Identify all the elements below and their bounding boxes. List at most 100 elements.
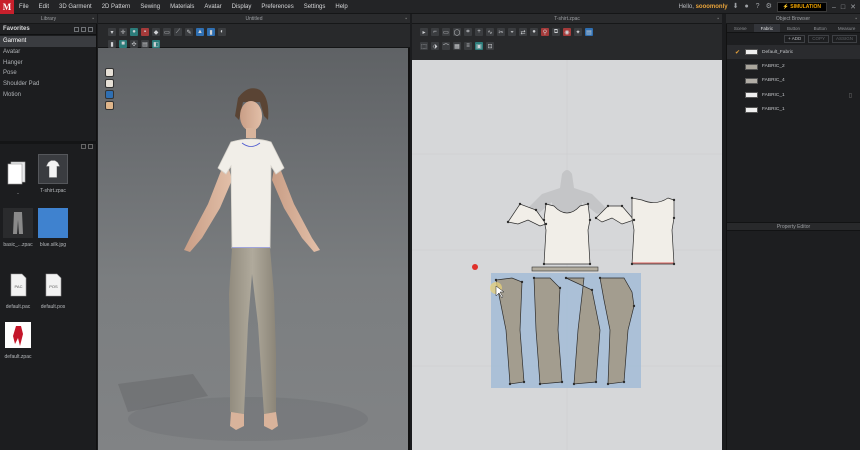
copy-fabric-button[interactable]: COPY xyxy=(808,35,829,43)
segment-sewing-icon[interactable]: ⚲ xyxy=(541,28,549,36)
brush-icon[interactable]: ✎ xyxy=(185,28,193,36)
menu-settings[interactable]: Settings xyxy=(299,4,331,10)
maximize-icon[interactable]: □ xyxy=(841,4,845,11)
edit-pattern-icon[interactable]: ⬚ xyxy=(420,42,428,50)
menu-file[interactable]: File xyxy=(14,4,34,10)
transform-pattern-icon[interactable]: ✛ xyxy=(119,28,127,36)
internal-polygon-icon[interactable]: ⌗ xyxy=(464,28,472,36)
menu-preferences[interactable]: Preferences xyxy=(256,4,298,10)
ellipse-icon[interactable]: ◯ xyxy=(453,28,461,36)
assign-fabric-button[interactable]: ASSIGN xyxy=(831,35,857,43)
pin-icon[interactable]: ▪ xyxy=(92,14,94,24)
pin-icon[interactable]: ▪ xyxy=(405,14,407,24)
tab-button[interactable]: Button xyxy=(780,24,807,32)
edit-sewing-icon[interactable]: ◉ xyxy=(563,28,571,36)
grading-icon[interactable]: ▤ xyxy=(585,28,593,36)
tab-fabric[interactable]: Fabric xyxy=(753,24,781,32)
view-skin-icon[interactable] xyxy=(105,101,114,110)
tab-measure[interactable]: Measure xyxy=(833,24,860,32)
viewport-3d[interactable] xyxy=(98,24,410,450)
measure-icon[interactable]: ▭ xyxy=(163,28,171,36)
avatar-tool-icon[interactable]: ■ xyxy=(119,40,127,48)
file-tile-default-pos[interactable]: POS default.pos xyxy=(38,270,68,310)
grid-view-icon[interactable] xyxy=(81,144,86,149)
polygon-icon[interactable]: ⌐ xyxy=(431,28,439,36)
viewport-2d[interactable] xyxy=(412,60,722,450)
library-item-avatar[interactable]: Avatar xyxy=(0,47,96,58)
menu-3d-garment[interactable]: 3D Garment xyxy=(54,4,97,10)
fabric-row[interactable]: ✔ Default_Fabric xyxy=(727,45,860,60)
trace-icon[interactable]: ◒ xyxy=(508,28,516,36)
fabric-row[interactable]: FABRIC_1 ▯ xyxy=(727,88,860,102)
view-front-icon[interactable] xyxy=(105,68,114,77)
fabric-row[interactable]: FABRIC_4 xyxy=(727,74,860,88)
download-icon[interactable]: ⬇ xyxy=(733,3,739,10)
rectangle-icon[interactable]: ▭ xyxy=(442,28,450,36)
pattern-waistband[interactable] xyxy=(531,266,599,272)
pin-icon[interactable]: ▪ xyxy=(717,14,719,24)
close-icon[interactable]: ✕ xyxy=(850,3,856,11)
menu-help[interactable]: Help xyxy=(330,4,352,10)
texture-tool-icon[interactable]: ▤ xyxy=(141,40,149,48)
select-move-icon[interactable]: ▾ xyxy=(108,28,116,36)
pin-icon[interactable]: ▪ xyxy=(855,14,857,24)
menu-materials[interactable]: Materials xyxy=(165,4,199,10)
file-tile-default-pac[interactable]: PAC default.pac xyxy=(3,270,33,310)
garment-tool-icon[interactable]: ▮ xyxy=(108,40,116,48)
edit-curve-icon[interactable]: ⌒ xyxy=(442,42,450,51)
edit-texture-icon[interactable]: ▦ xyxy=(453,42,461,50)
library-item-hanger[interactable]: Hanger xyxy=(0,58,96,69)
help-icon[interactable]: ? xyxy=(755,3,761,10)
list-view-icon[interactable] xyxy=(88,144,93,149)
edit-icon[interactable] xyxy=(81,26,86,32)
settings-icon[interactable]: ⚙ xyxy=(766,3,772,10)
select-icon[interactable]: ▸ xyxy=(420,28,428,36)
fabric-tool-icon[interactable]: ✣ xyxy=(130,40,138,48)
library-item-shoulder-pad[interactable]: Shoulder Pad xyxy=(0,79,96,90)
simulation-toggle[interactable]: ⚡ SIMULATION xyxy=(776,2,827,12)
pattern-bodice-front[interactable] xyxy=(543,203,591,265)
username[interactable]: sooomonly xyxy=(696,4,728,10)
button-icon[interactable]: ● xyxy=(530,28,538,36)
fabric-row[interactable]: FABRIC_1 xyxy=(727,103,860,117)
fit-view-icon[interactable]: ⊡ xyxy=(486,42,494,50)
fabric-row[interactable]: FABRIC_2 xyxy=(727,59,860,73)
topstitch-icon[interactable]: ✦ xyxy=(574,28,582,36)
file-tile-basic[interactable]: basic_...zpac xyxy=(3,208,33,248)
file-tile-tshirt[interactable]: T-shirt.zpac xyxy=(38,154,68,194)
view-avatar-icon[interactable] xyxy=(105,79,114,88)
red-marker-point[interactable] xyxy=(472,264,478,270)
menu-sewing[interactable]: Sewing xyxy=(135,4,165,10)
trash-icon[interactable]: ▯ xyxy=(849,92,852,99)
tape-icon[interactable]: ⟋ xyxy=(174,28,182,36)
minimize-icon[interactable]: – xyxy=(832,4,836,11)
tab-scene[interactable]: Scene xyxy=(727,24,754,32)
add-fabric-button[interactable]: + ADD xyxy=(784,35,806,43)
avatar-view-icon[interactable]: ▲ xyxy=(196,28,204,36)
add-icon[interactable] xyxy=(74,26,79,32)
pattern-bodice-back[interactable] xyxy=(631,197,675,265)
account-icon[interactable]: ● xyxy=(744,3,750,10)
pleat-icon[interactable]: ≡ xyxy=(464,42,472,50)
simulate-icon[interactable]: ● xyxy=(130,28,138,36)
transform-icon[interactable]: ⬗ xyxy=(431,42,439,50)
free-sewing-icon[interactable]: ⧉ xyxy=(552,28,560,36)
fold-tool-icon[interactable]: ◆ xyxy=(152,28,160,36)
add-point-icon[interactable]: + xyxy=(475,28,483,36)
menu-2d-pattern[interactable]: 2D Pattern xyxy=(97,4,136,10)
pin-tool-icon[interactable]: ▪ xyxy=(141,28,149,36)
display-tool-icon[interactable]: ◧ xyxy=(152,40,160,48)
menu-display[interactable]: Display xyxy=(227,4,257,10)
file-tile-default-zpac[interactable]: default.zpac xyxy=(3,320,33,360)
menu-edit[interactable]: Edit xyxy=(34,4,54,10)
tab-button-2[interactable]: Button xyxy=(807,24,834,32)
library-item-motion[interactable]: Motion xyxy=(0,90,96,101)
symmetry-icon[interactable]: ⇄ xyxy=(519,28,527,36)
menu-avatar[interactable]: Avatar xyxy=(199,4,226,10)
file-tile-blue-silk[interactable]: blue.silk.jpg xyxy=(38,208,68,248)
snapshot-icon[interactable]: ◐ xyxy=(218,28,226,36)
cut-icon[interactable]: ✂ xyxy=(497,28,505,36)
view-blue-icon[interactable] xyxy=(105,90,114,99)
pattern-view-icon[interactable]: ▣ xyxy=(475,42,483,50)
library-item-pose[interactable]: Pose xyxy=(0,68,96,79)
